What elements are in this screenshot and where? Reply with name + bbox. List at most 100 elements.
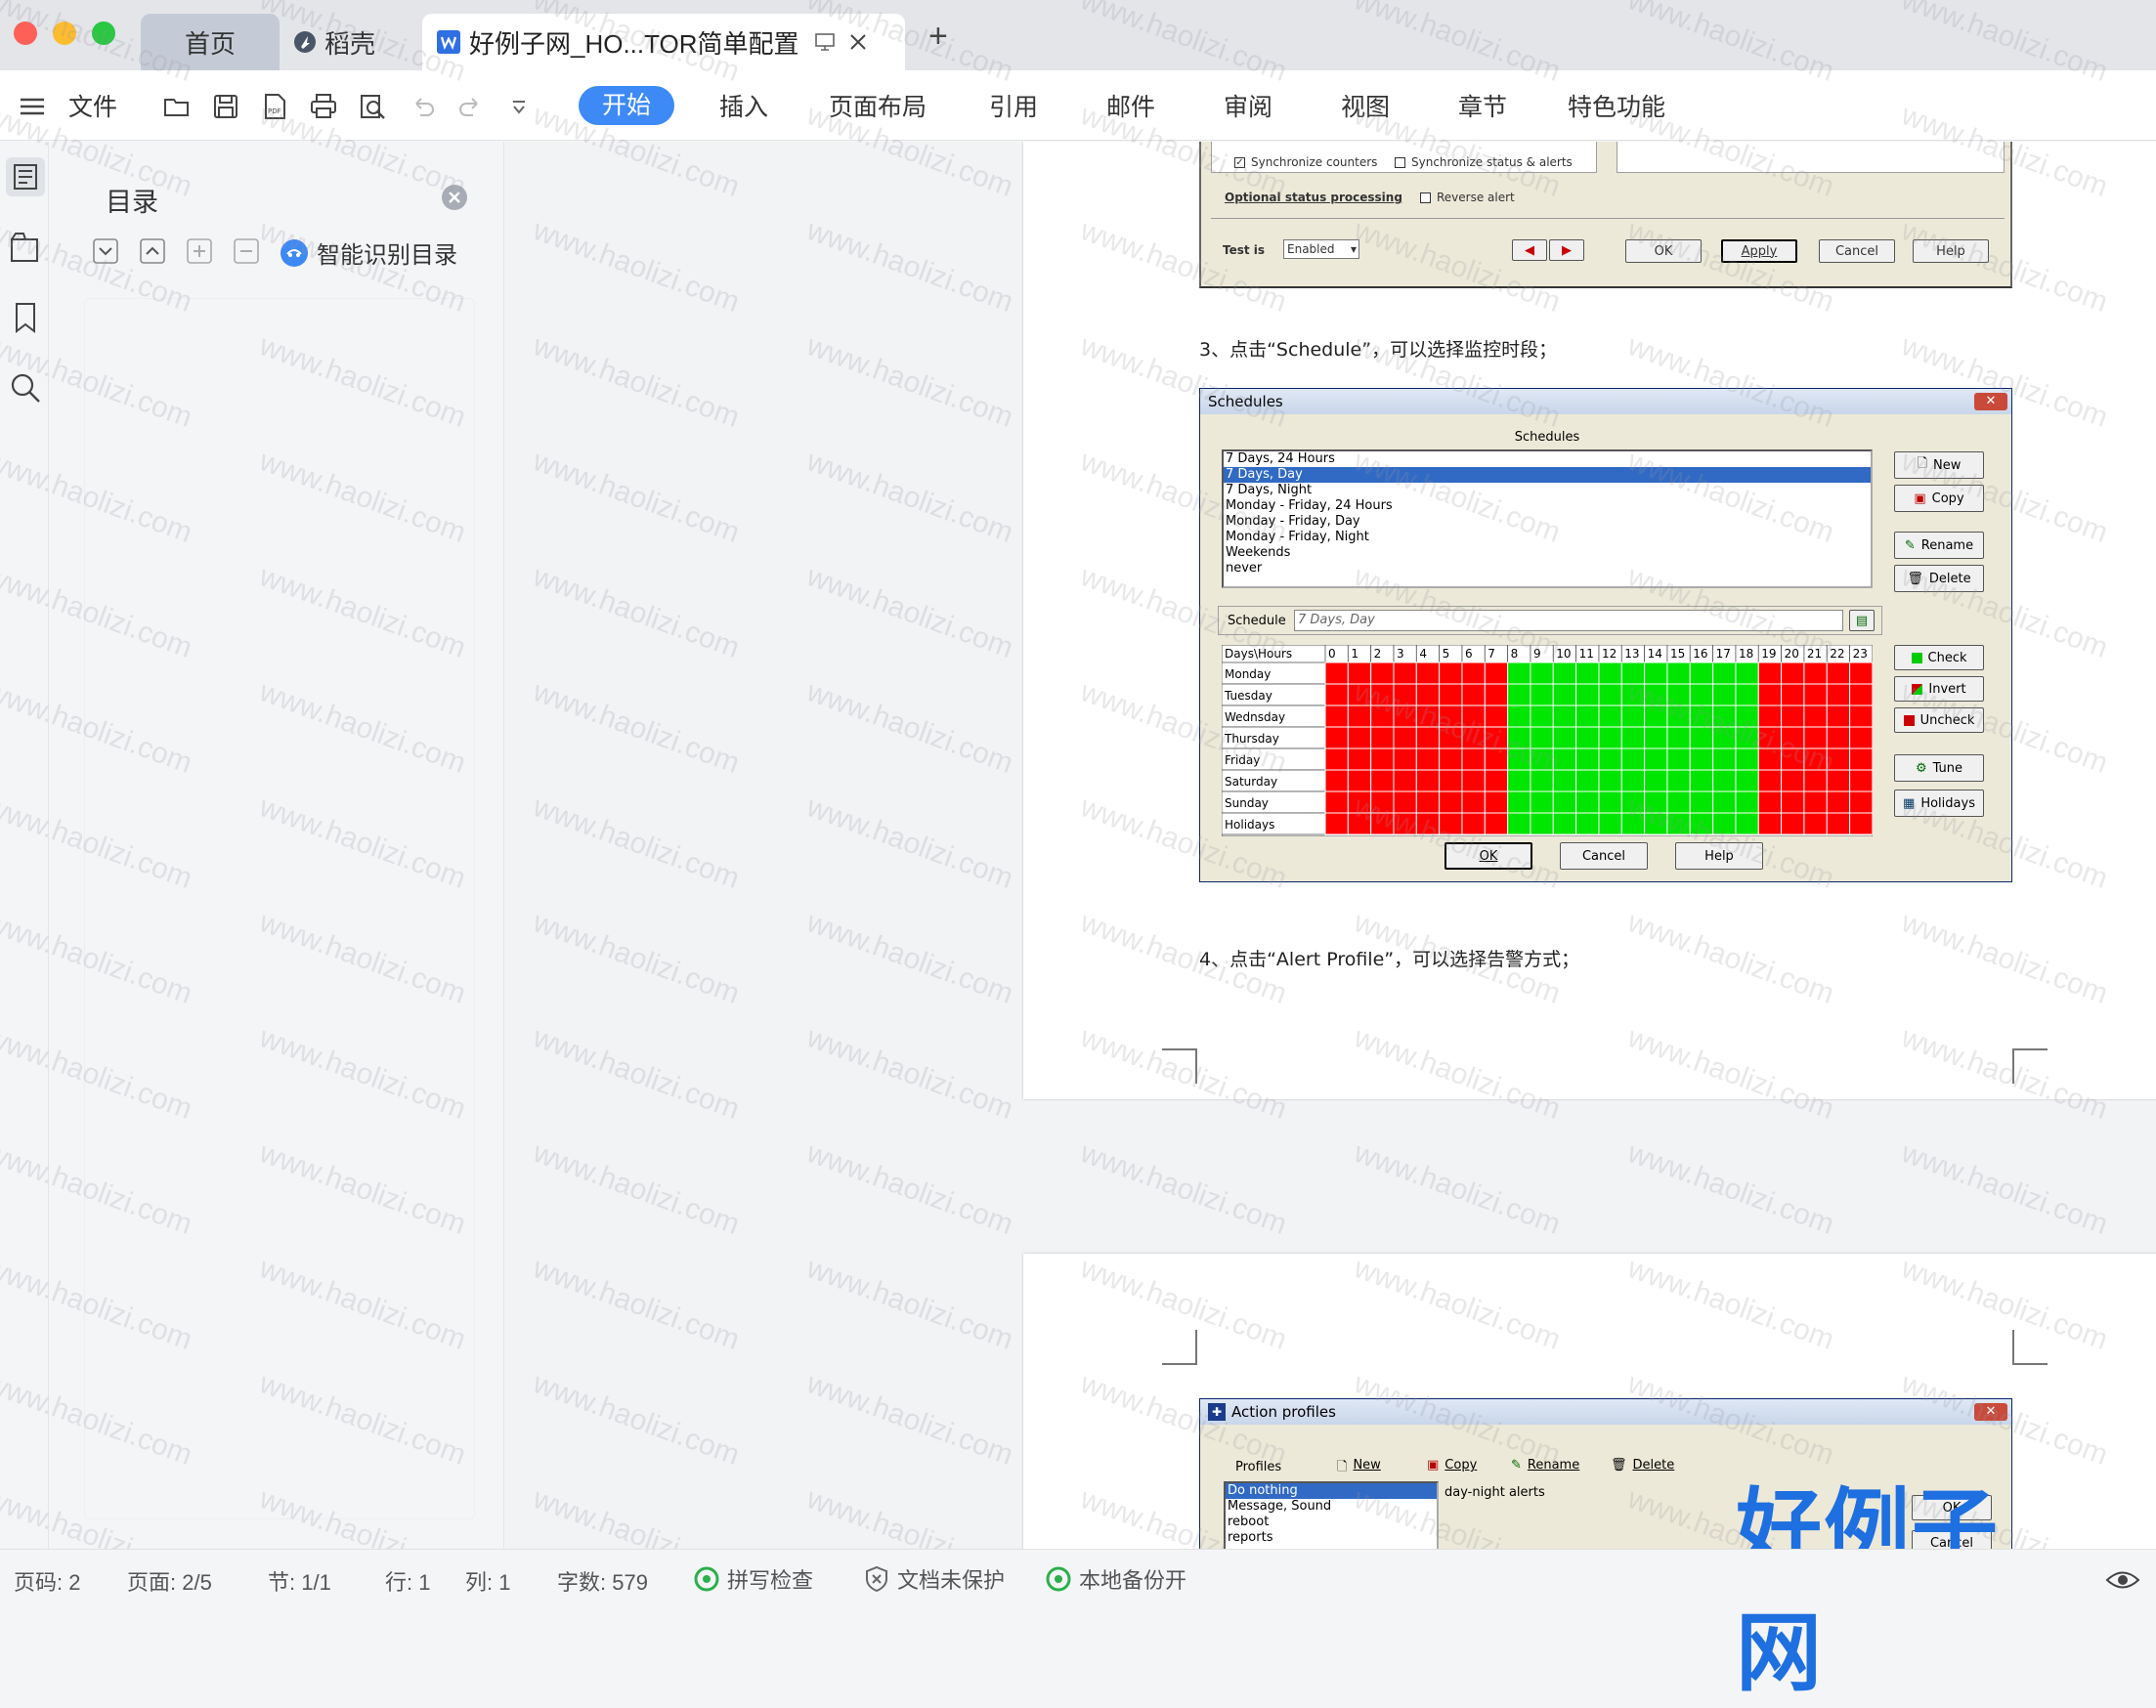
file-menu[interactable]: 文件 xyxy=(68,88,117,123)
status-page[interactable]: 页面: 2/5 xyxy=(127,1565,212,1597)
prev-arrow-button[interactable]: ◀ xyxy=(1512,239,1547,261)
dialog-apply-button[interactable]: Apply xyxy=(1721,239,1797,263)
test-is-select[interactable]: Enabled ▾ xyxy=(1283,239,1359,259)
open-folder-icon[interactable] xyxy=(162,92,192,121)
schedule-browse-button[interactable]: ▤ xyxy=(1849,610,1875,631)
dialog-ok-button[interactable]: OK xyxy=(1625,239,1702,263)
close-panel-icon[interactable] xyxy=(440,183,469,212)
schedule-cell xyxy=(1393,662,1417,685)
zoom-window-icon[interactable] xyxy=(92,21,115,45)
hour-label: 7 xyxy=(1488,647,1495,661)
grid-tune-button[interactable]: ⚙ Tune xyxy=(1894,754,1984,782)
schedules-cancel-button[interactable]: Cancel xyxy=(1560,842,1648,870)
profile-rename-button[interactable]: ✎ Rename xyxy=(1511,1458,1579,1473)
profile-list-item[interactable]: reports xyxy=(1226,1530,1437,1546)
print-icon[interactable] xyxy=(309,92,338,121)
toc-panel: 目录 智能识别目录 xyxy=(49,142,504,1549)
print-preview-icon[interactable] xyxy=(358,92,387,121)
bookmark-icon[interactable] xyxy=(8,300,43,335)
profiles-ok-button[interactable]: OK xyxy=(1912,1495,1992,1520)
schedule-name-input[interactable]: 7 Days, Day xyxy=(1294,610,1843,631)
redo-icon[interactable] xyxy=(455,92,485,121)
tab-mail[interactable]: 邮件 xyxy=(1106,88,1155,123)
add-level-icon[interactable] xyxy=(186,237,213,265)
remove-level-icon[interactable] xyxy=(233,237,260,265)
schedule-cell xyxy=(1666,705,1691,728)
hamburger-menu-icon[interactable] xyxy=(18,92,47,121)
schedule-list-item[interactable]: Monday - Friday, 24 Hours xyxy=(1224,498,1871,514)
document-canvas[interactable]: ✓ Synchronize counters Synchronize statu… xyxy=(505,142,2156,1549)
dialog-cancel-button[interactable]: Cancel xyxy=(1819,239,1895,263)
tab-special-features[interactable]: 特色功能 xyxy=(1568,88,1665,123)
next-arrow-button[interactable]: ▶ xyxy=(1549,239,1584,261)
schedule-list-item[interactable]: never xyxy=(1224,561,1871,576)
schedule-rename-button[interactable]: ✎ Rename xyxy=(1894,532,1984,559)
new-tab-button[interactable]: + xyxy=(928,18,948,56)
tab-view[interactable]: 视图 xyxy=(1341,88,1390,123)
grid-check-button[interactable]: Check xyxy=(1894,645,1984,670)
schedule-new-button[interactable]: 🗋 New xyxy=(1894,451,1984,479)
schedule-list-item[interactable]: Monday - Friday, Day xyxy=(1224,514,1871,530)
export-pdf-icon[interactable]: PDF xyxy=(260,92,289,121)
reverse-alert-checkbox[interactable]: Reverse alert xyxy=(1420,191,1515,204)
tab-page-layout[interactable]: 页面布局 xyxy=(829,88,927,123)
profile-list-item[interactable]: reboot xyxy=(1226,1515,1437,1530)
schedule-copy-button[interactable]: ▣ Copy xyxy=(1894,485,1984,512)
minimize-window-icon[interactable] xyxy=(53,21,76,45)
dialog-help-button[interactable]: Help xyxy=(1913,239,1989,263)
spell-check-button[interactable]: 拼写检查 xyxy=(694,1563,813,1595)
toc-panel-button[interactable] xyxy=(6,157,45,196)
close-dialog-icon[interactable]: ✕ xyxy=(1974,393,2007,410)
sync-counters-checkbox[interactable]: ✓ Synchronize counters xyxy=(1234,155,1377,169)
profiles-cancel-button[interactable]: Cancel xyxy=(1912,1530,1992,1549)
profile-copy-button[interactable]: ▣ Copy xyxy=(1427,1458,1477,1473)
navigation-icon[interactable] xyxy=(8,230,43,265)
schedule-cell xyxy=(1439,726,1463,749)
profile-list-item[interactable]: Message, Sound xyxy=(1226,1499,1437,1515)
expand-down-icon[interactable] xyxy=(92,237,119,265)
doc-protection-button[interactable]: 文档未保护 xyxy=(864,1563,1005,1595)
schedule-list-item[interactable]: 7 Days, 24 Hours xyxy=(1224,451,1871,467)
close-window-icon[interactable] xyxy=(14,21,37,45)
tab-document[interactable]: 好例子网_HO...TOR简单配置 xyxy=(422,14,905,70)
smart-toc-button[interactable]: 智能识别目录 xyxy=(280,235,457,270)
tab-insert[interactable]: 插入 xyxy=(719,88,768,123)
close-tab-icon[interactable] xyxy=(846,30,870,54)
profile-delete-button[interactable]: 🗑 Delete xyxy=(1611,1458,1674,1473)
grid-uncheck-button[interactable]: Uncheck xyxy=(1894,707,1984,733)
sync-status-checkbox[interactable]: Synchronize status & alerts xyxy=(1395,155,1573,169)
profile-list-item[interactable]: Do nothing xyxy=(1226,1483,1437,1499)
schedule-list-item[interactable]: 7 Days, Day xyxy=(1224,467,1871,483)
close-dialog-icon[interactable]: ✕ xyxy=(1974,1403,2007,1421)
schedule-cell xyxy=(1644,790,1668,814)
schedule-hours-grid[interactable]: Days\Hours 0 1 2 3 4 5 6 7 8 9 10 11 12 13 14 15 16 17 18 19… xyxy=(1222,645,1873,836)
tab-review[interactable]: 审阅 xyxy=(1224,88,1272,123)
undo-icon[interactable] xyxy=(409,92,438,121)
profiles-listbox[interactable]: Do nothing Message, Sound reboot reports xyxy=(1224,1481,1439,1549)
schedule-list-item[interactable]: Weekends xyxy=(1224,545,1871,561)
save-icon[interactable] xyxy=(211,92,240,121)
search-icon[interactable] xyxy=(8,370,43,406)
grid-holidays-button[interactable]: ▦ Holidays xyxy=(1894,790,1984,817)
monitor-icon[interactable] xyxy=(813,30,837,54)
schedule-list-item[interactable]: Monday - Friday, Night xyxy=(1224,530,1871,545)
tab-references[interactable]: 引用 xyxy=(989,88,1038,123)
schedule-delete-button[interactable]: 🗑 Delete xyxy=(1894,565,1984,592)
profile-new-button[interactable]: 🗋 New xyxy=(1337,1458,1381,1479)
status-word-count[interactable]: 字数: 579 xyxy=(557,1565,648,1597)
schedule-list-item[interactable]: 7 Days, Night xyxy=(1224,483,1871,498)
schedules-help-button[interactable]: Help xyxy=(1675,842,1763,870)
schedule-cell xyxy=(1552,683,1577,706)
tab-home[interactable]: 首页 xyxy=(141,14,280,70)
schedule-cell xyxy=(1530,769,1554,792)
tab-start[interactable]: 开始 xyxy=(579,86,674,125)
tab-section[interactable]: 章节 xyxy=(1458,88,1507,123)
reading-mode-eye-icon[interactable] xyxy=(2105,1565,2140,1595)
local-backup-button[interactable]: 本地备份开 xyxy=(1046,1563,1186,1595)
schedules-ok-button[interactable]: OK xyxy=(1445,842,1532,870)
collapse-up-icon[interactable] xyxy=(139,237,166,265)
tab-daoke[interactable]: 稻壳 xyxy=(293,14,410,70)
quick-access-dropdown-icon[interactable] xyxy=(504,92,534,121)
schedules-listbox[interactable]: 7 Days, 24 Hours 7 Days, Day 7 Days, Night… xyxy=(1222,449,1873,588)
grid-invert-button[interactable]: Invert xyxy=(1894,676,1984,702)
